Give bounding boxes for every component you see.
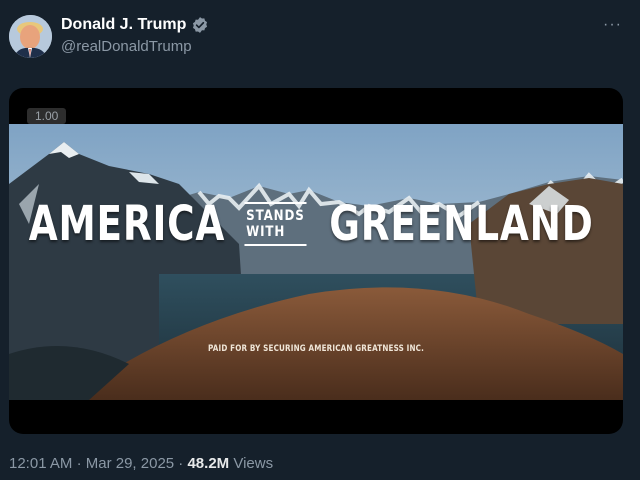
avatar[interactable]: [9, 15, 52, 58]
video-frame: [9, 124, 623, 400]
author-handle[interactable]: @realDonaldTrump: [61, 38, 192, 55]
post-meta: 12:01 AM · Mar 29, 2025 · 48.2M Views: [9, 455, 273, 472]
post-time[interactable]: 12:01 AM: [9, 455, 72, 472]
post-date[interactable]: Mar 29, 2025: [86, 455, 174, 472]
meta-separator: ·: [178, 455, 184, 472]
author-name-text: Donald J. Trump: [61, 16, 187, 33]
views-label: Views: [233, 455, 274, 472]
paid-for-disclaimer: PAID FOR BY SECURING AMERICAN GREATNESS …: [208, 344, 424, 354]
views-count: 48.2M: [187, 455, 230, 472]
verified-badge-icon: [191, 16, 209, 34]
overlay-phrase-stands-with: STANDS WITH: [244, 202, 307, 246]
more-options-icon[interactable]: ···: [603, 16, 622, 34]
meta-separator: ·: [76, 455, 82, 472]
playback-speed-badge[interactable]: 1.00: [27, 108, 67, 124]
author-name[interactable]: Donald J. Trump: [61, 16, 209, 34]
avatar-portrait-icon: [9, 15, 52, 58]
overlay-word-america: AMERICA: [28, 196, 226, 252]
video-overlay-title: AMERICA STANDS WITH GREENLAND: [9, 196, 623, 252]
greenland-mountains-image: [9, 124, 623, 400]
overlay-word-greenland: GREENLAND: [329, 196, 594, 252]
video-player[interactable]: 1.00 AMERICA STANDS WITH GREENLAND PAID …: [9, 88, 623, 434]
